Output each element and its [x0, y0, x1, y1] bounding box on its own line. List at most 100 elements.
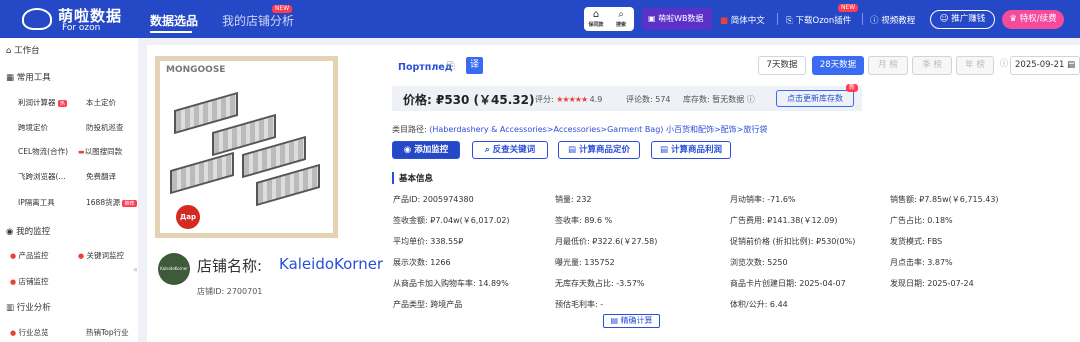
sidebar-item-shop-monitor[interactable]: ● 店铺监控 [10, 276, 49, 287]
info-cell: 月点击率: 3.87% [890, 258, 953, 267]
wb-data-button[interactable]: ▣ 萌啦WB数据 [642, 8, 712, 30]
basic-info-heading: 基本信息 [392, 172, 433, 184]
sidebar-my-monitor[interactable]: ◉ 我的监控 [6, 225, 50, 237]
gift-sticker: Дар [176, 205, 200, 229]
sidebar-item-crossborder-pricing[interactable]: 跨境定价 [18, 122, 48, 133]
sidebar-item-image-search[interactable]: ▬以图搜同款 [78, 146, 122, 157]
wb-icon: ▣ [648, 14, 659, 23]
sidebar-item-cel-logistics[interactable]: CEL物流(合作) [18, 146, 68, 157]
translate-button[interactable]: 译 [466, 57, 483, 74]
sidebar-item-keyword-monitor[interactable]: ● 关键词监控 [78, 250, 124, 261]
info-cell: 签收金额: ₽7.04w(￥6,017.02) [393, 216, 510, 225]
sidebar-item-industry-overview[interactable]: ● 行业总览 [10, 327, 49, 338]
copy-icon[interactable]: ⎘ [447, 61, 455, 72]
collapse-sidebar-icon[interactable]: « [133, 265, 138, 274]
info-cell: 广告费用: ₽141.38(￥12.09) [730, 216, 838, 225]
help-icon: ⓘ [870, 16, 879, 26]
divider [862, 13, 863, 25]
info-cell: 预估毛利率: - [555, 300, 604, 309]
info-cell: 发货模式: FBS [890, 237, 943, 246]
rating: 评分: ★★★★★ 4.9 [535, 95, 603, 104]
help-icon[interactable]: ⓘ [998, 56, 1010, 75]
eye-icon: ◉ [403, 145, 412, 155]
language-select[interactable]: ■ 简体中文 [720, 14, 765, 26]
rating-stars: ★★★★★ [556, 95, 588, 104]
flag-icon: ■ [720, 16, 729, 26]
sidebar-item-top-industries[interactable]: 热销Top行业 [86, 327, 129, 338]
info-cell: 月最低价: ₽322.6(￥27.58) [555, 237, 658, 246]
28-day-data-button[interactable]: 28天数据 [812, 56, 864, 75]
yearly-rank-button[interactable]: 年 榜 [956, 56, 994, 75]
product-price: 价格: ₽530 (￥45.32) [403, 93, 535, 107]
date-picker[interactable]: 2025-09-21 ▤ [1010, 56, 1080, 75]
precise-calc-button[interactable]: ▤ 精确计算 [603, 314, 660, 328]
calc-profit-button[interactable]: ▤ 计算商品利润 [651, 141, 731, 159]
logo[interactable]: 萌啦数据 For ozon [22, 5, 142, 33]
7-day-data-button[interactable]: 7天数据 [758, 56, 806, 75]
vip-button[interactable]: ♛ 特权/续费 [1002, 10, 1064, 29]
photo-search-button[interactable]: ⌂ 保同款 [584, 9, 608, 28]
add-monitor-button[interactable]: ◉ 添加监控 [392, 141, 460, 159]
sidebar-item-profit-calculator[interactable]: 利润计算器 热 [18, 97, 67, 108]
info-cell: 签收率: 89.6 % [555, 216, 613, 225]
flag-icon: ▬ [78, 148, 85, 156]
calculator-icon: ▤ [610, 316, 618, 325]
info-cell: 无库存天数占比: -3.57% [555, 279, 645, 288]
sidebar-item-product-monitor[interactable]: ● 产品监控 [10, 250, 49, 261]
fire-icon: ● [10, 252, 17, 260]
shop-avatar: KaleidoKorner [158, 253, 190, 285]
calculator-icon: ▤ [567, 145, 577, 155]
monitor-icon: ◉ [6, 227, 14, 237]
calc-pricing-button[interactable]: ▤ 计算商品定价 [558, 141, 640, 159]
sidebar-industry-analysis[interactable]: ▥ 行业分析 [6, 301, 51, 313]
sidebar-item-anti-speculation[interactable]: 防投机巡查 [86, 122, 124, 133]
info-cell: 展示次数: 1266 [393, 258, 451, 267]
info-cell: 广告占比: 0.18% [890, 216, 953, 225]
divider [777, 13, 778, 25]
info-cell: 销量: 232 [555, 195, 592, 204]
crown-icon: ♛ [1009, 14, 1018, 24]
shop-name-link[interactable]: KaleidoKorner [279, 255, 383, 273]
search-tools: ⌂ 保同款 ⌕ 搜索 [584, 7, 634, 31]
sidebar-item-browser[interactable]: 飞跨浏览器(... [18, 171, 66, 182]
new-badge-plugin: NEW [838, 4, 859, 12]
new-badge: NEW [272, 5, 293, 13]
fire-icon: ● [10, 278, 17, 286]
shop-label: 店铺名称: [197, 257, 263, 275]
home-icon: ⌂ [6, 46, 12, 56]
brand-watermark: MONGOOSE [166, 65, 226, 75]
info-cell: 商品卡片创建日期: 2025-04-07 [730, 279, 846, 288]
sidebar-item-free-translate[interactable]: 免费翻译 [86, 171, 116, 182]
search-button[interactable]: ⌕ 搜索 [609, 9, 633, 28]
sidebar-common-tools[interactable]: ▦ 常用工具 [6, 71, 51, 83]
info-cell: 月动销率: -71.6% [730, 195, 796, 204]
product-title-link[interactable]: Портплед [398, 62, 452, 73]
info-cell: 从商品卡加入购物车率: 14.89% [393, 279, 509, 288]
product-image-frame: MONGOOSE Дар [160, 61, 333, 233]
user-icon: ☺ [939, 14, 949, 24]
quarterly-rank-button[interactable]: 季 榜 [912, 56, 952, 75]
sidebar-item-ip-isolation[interactable]: IP隔离工具 [18, 197, 55, 208]
monthly-rank-button[interactable]: 月 榜 [868, 56, 908, 75]
reverse-keyword-button[interactable]: ⌕ 反查关键词 [472, 141, 548, 159]
sidebar-workbench[interactable]: ⌂ 工作台 [6, 44, 40, 56]
active-nav-underline [150, 31, 192, 33]
product-image[interactable]: MONGOOSE Дар [155, 56, 338, 238]
promo-button[interactable]: ☺ 推广赚钱 [930, 10, 995, 29]
nav-my-shop-analysis[interactable]: 我的店铺分析 [222, 12, 294, 29]
download-plugin-link[interactable]: ⎘ 下载Ozon插件 [786, 14, 851, 26]
category-link[interactable]: (Haberdashery & Accessories>Accessories>… [429, 125, 767, 134]
new-badge-stock: 新 [846, 84, 859, 92]
info-cell: 浏览次数: 5250 [730, 258, 788, 267]
stock-count: 库存数: 暂无数据 ⓘ [683, 95, 755, 104]
logo-mark-icon [22, 8, 52, 30]
sidebar-item-1688-source[interactable]: 1688货源 推荐 [86, 197, 137, 208]
update-stock-button[interactable]: 点击更新库存数 [776, 90, 854, 107]
video-tutorial-link[interactable]: ⓘ 视频教程 [870, 14, 915, 26]
sidebar-item-local-pricing[interactable]: 本土定价 [86, 97, 116, 108]
top-bar: 萌啦数据 For ozon 数据选品 我的店铺分析 NEW ⌂ 保同款 ⌕ 搜索 ▣… [0, 0, 1080, 38]
nav-product-selection[interactable]: 数据选品 [150, 12, 198, 29]
sidebar: ⌂ 工作台 ▦ 常用工具 利润计算器 热 本土定价 跨境定价 防投机巡查 CEL… [0, 38, 138, 342]
info-cell: 销售额: ₽7.85w(￥6,715.43) [890, 195, 999, 204]
info-cell: 产品类型: 跨境产品 [393, 300, 463, 309]
